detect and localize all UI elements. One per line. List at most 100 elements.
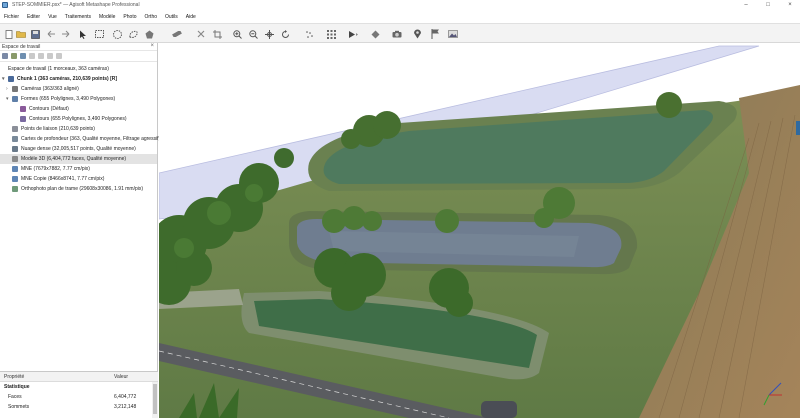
navigation-icon[interactable] [78,29,88,39]
viewport-edge-marker [796,121,800,135]
enable-icon[interactable] [38,53,44,59]
tree-item[interactable]: Contours (Défaut) [0,104,157,114]
tree-item[interactable]: › Caméras (363/363 aligné) [0,84,157,94]
property-name: Faces [8,394,22,400]
menu-help[interactable]: Aide [186,14,196,20]
open-icon[interactable] [16,29,26,39]
shape-icon[interactable] [144,29,154,39]
workspace-close-icon[interactable]: × [150,43,154,49]
tree-item[interactable]: Points de liaison (210,639 points) [0,124,157,134]
circle-selection-icon[interactable] [112,29,122,39]
tree-item-label: Modèle 3D (6,404,772 faces, Qualité moye… [21,156,127,162]
workspace-header: Espace de travail × [0,43,157,51]
shapes-icon [12,96,18,102]
tree-item[interactable]: Modèle 3D (6,404,772 faces, Qualité moye… [0,154,157,164]
properties-header: Propriété Valeur [0,372,158,382]
tree-item[interactable]: Contours (655 Polylignes, 3,490 Polygone… [0,114,157,124]
zoom-in-icon[interactable] [232,29,242,39]
contours-layer-icon [20,116,26,122]
depth-maps-icon [12,136,18,142]
move-icon[interactable] [264,29,274,39]
tree-item[interactable]: ▾ Chunk 1 (363 caméras, 210,639 points) [… [0,74,157,84]
cameras-icon [12,86,18,92]
scrollbar-thumb[interactable] [153,384,157,414]
minimize-button[interactable]: – [738,0,754,9]
model-icon [12,156,18,162]
tree-item-label: Contours (655 Polylignes, 3,490 Polygone… [29,116,127,122]
expand-arrow-icon[interactable]: › [6,86,11,92]
dense-cloud-icon [12,146,18,152]
workspace-tree: Espace de travail (1 morceaux, 363 camér… [0,62,161,194]
points-icon[interactable] [304,29,314,39]
menu-ortho[interactable]: Ortho [145,14,158,20]
tree-item[interactable]: MNE (7679x7882, 7.77 cm/pix) [0,164,157,174]
ruler-icon[interactable] [172,29,182,39]
contours-icon [20,106,26,112]
workspace-panel: Espace de travail × Espace de travail (1… [0,43,161,371]
tree-item[interactable]: MNE Copie (8466x8741, 7.77 cm/pix) [0,174,157,184]
dem-icon [12,166,18,172]
free-selection-icon[interactable] [128,29,138,39]
remove-icon[interactable] [29,53,35,59]
property-name: Sommets [8,404,30,410]
delete-icon[interactable] [196,29,206,39]
undo-icon[interactable] [46,29,56,39]
property-column-header[interactable]: Propriété [4,374,24,380]
property-name: Statistique [4,384,30,390]
tree-item[interactable]: Orthophoto plan de trame (29608x30086, 1… [0,184,157,194]
rectangle-selection-icon[interactable] [94,29,104,39]
property-row: Statistique [0,382,158,392]
disable-icon[interactable] [47,53,53,59]
tree-item-label: Contours (Défaut) [29,106,69,112]
app-icon [2,1,8,8]
dem-copy-icon [12,176,18,182]
tree-item[interactable]: ▾ Formes (655 Polylignes, 3,490 Polygones… [0,94,157,104]
menu-photo[interactable]: Photo [123,14,136,20]
close-button[interactable]: × [782,0,798,9]
marker-icon[interactable] [412,29,422,39]
property-row: Faces 6,404,772 [0,392,158,402]
tree-item-label: Formes (655 Polylignes, 3,490 Polygones) [21,96,116,102]
expand-arrow-icon[interactable]: ▾ [2,76,7,82]
menu-file[interactable]: Fichier [4,14,19,20]
save-icon[interactable] [30,29,40,39]
model-view-icon[interactable] [348,29,358,39]
menu-workflow[interactable]: Traitements [65,14,91,20]
flag-icon[interactable] [430,29,440,39]
main-toolbar [0,23,800,43]
shading-icon[interactable] [370,29,380,39]
rotate-icon[interactable] [280,29,290,39]
model-render[interactable] [159,43,800,418]
add-photos-icon[interactable] [11,53,17,59]
camera-icon[interactable] [392,29,402,39]
menu-edit[interactable]: Editer [27,14,40,20]
tree-item[interactable]: Cartes de profondeur (363, Qualité moyen… [0,134,161,144]
value-column-header[interactable]: Valeur [114,374,128,380]
vehicle [481,401,517,418]
expand-arrow-icon[interactable]: ▾ [6,96,11,102]
tree [274,148,294,168]
tree-item[interactable]: Espace de travail (1 morceaux, 363 camér… [0,64,157,74]
merge-icon[interactable] [56,53,62,59]
properties-scrollbar[interactable] [152,382,158,418]
redo-icon[interactable] [60,29,70,39]
menu-model[interactable]: Modèle [99,14,115,20]
menu-tools[interactable]: Outils [165,14,178,20]
maximize-button[interactable]: □ [760,0,776,9]
tree-item-label: Chunk 1 (363 caméras, 210,639 points) [R… [17,76,118,82]
grid-icon[interactable] [326,29,336,39]
zoom-out-icon[interactable] [248,29,258,39]
new-file-icon[interactable] [4,29,14,39]
tree-item[interactable]: Nuage dense (32,005,517 points, Qualité … [0,144,157,154]
image-icon[interactable] [448,29,458,39]
property-value: 3,212,148 [114,404,137,410]
add-chunk-icon[interactable] [2,53,8,59]
tree-item-label: Caméras (363/363 aligné) [21,86,79,92]
title-bar: STEP-SOMMIER.psx* — Agisoft Metashape Pr… [0,0,800,9]
add-folder-icon[interactable] [20,53,26,59]
crop-icon[interactable] [212,29,222,39]
model-viewport[interactable] [159,43,800,418]
tree-item-label: Cartes de profondeur (363, Qualité moyen… [21,136,161,142]
workspace-title: Espace de travail [2,43,41,50]
menu-view[interactable]: Vue [48,14,57,20]
